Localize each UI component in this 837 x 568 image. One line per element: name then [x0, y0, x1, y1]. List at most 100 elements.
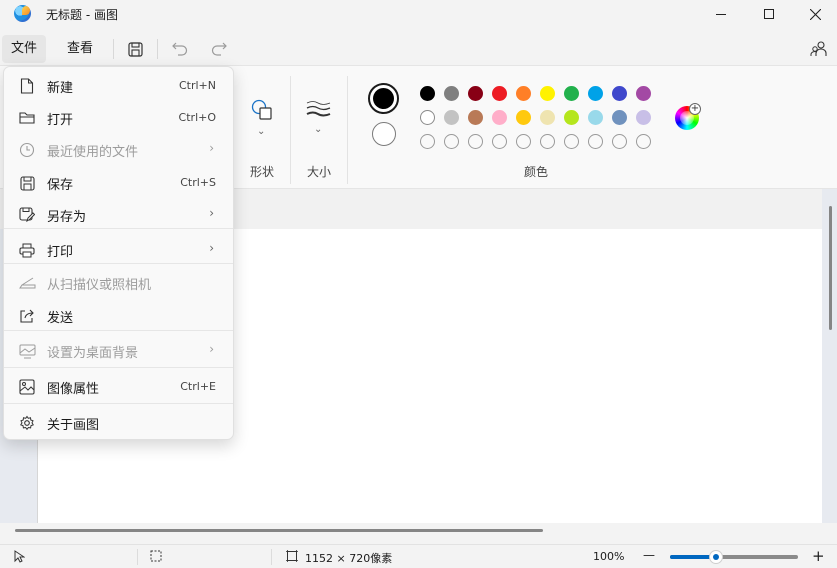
- custom-color-slot[interactable]: [420, 134, 435, 149]
- palette-swatch[interactable]: [420, 86, 435, 101]
- file-menu-item-label: 从扫描仪或照相机: [47, 278, 152, 293]
- save-icon: [127, 41, 143, 57]
- account-button[interactable]: [808, 38, 830, 60]
- file-menu-item-label: 保存: [47, 178, 74, 193]
- menu-separator: [4, 367, 233, 368]
- palette-swatch[interactable]: [636, 110, 651, 125]
- colors-group-label: 颜色: [524, 165, 549, 179]
- palette-swatch[interactable]: [540, 110, 555, 125]
- save-quick-button[interactable]: [124, 38, 146, 60]
- palette-swatch[interactable]: [444, 86, 459, 101]
- custom-color-slot[interactable]: [516, 134, 531, 149]
- window-title: 无标题 - 画图: [46, 8, 118, 22]
- undo-icon: [172, 42, 188, 56]
- shortcut-text: Ctrl+O: [178, 111, 216, 124]
- file-menu-item[interactable]: 另存为 ›: [8, 200, 230, 230]
- file-menu-item: 设置为桌面背景 ›: [8, 336, 230, 366]
- color1-selected[interactable]: [368, 83, 399, 114]
- menu-separator: [157, 39, 158, 59]
- add-color-icon[interactable]: +: [689, 103, 701, 115]
- new-file-icon: [18, 77, 36, 95]
- printer-icon: [18, 241, 36, 259]
- vertical-scrollbar[interactable]: [829, 206, 832, 330]
- shortcut-text: Ctrl+S: [180, 176, 216, 189]
- palette-swatch[interactable]: [468, 86, 483, 101]
- palette-swatch[interactable]: [492, 110, 507, 125]
- shapes-icon: [251, 99, 272, 120]
- save-as-icon: [18, 206, 36, 224]
- file-menu-item-label: 发送: [47, 311, 74, 326]
- undo-button[interactable]: [169, 38, 191, 60]
- chevron-down-icon[interactable]: ⌄: [257, 126, 265, 137]
- custom-color-slot[interactable]: [588, 134, 603, 149]
- palette-swatch[interactable]: [540, 86, 555, 101]
- gear-icon: [18, 414, 36, 432]
- chevron-right-icon: ›: [209, 342, 214, 356]
- menu-bar: 文件 查看: [0, 33, 837, 65]
- close-icon: [809, 8, 821, 20]
- palette-swatch[interactable]: [588, 86, 603, 101]
- custom-color-slot[interactable]: [468, 134, 483, 149]
- maximize-button[interactable]: [746, 0, 792, 28]
- title-bar: 无标题 - 画图: [0, 0, 837, 28]
- custom-color-slot[interactable]: [612, 134, 627, 149]
- file-menu-item-label: 图像属性: [47, 382, 100, 397]
- shapes-button[interactable]: [251, 99, 273, 121]
- custom-color-slot[interactable]: [540, 134, 555, 149]
- scanner-icon: [18, 274, 36, 292]
- chevron-down-icon[interactable]: ⌄: [314, 124, 322, 135]
- shortcut-text: Ctrl+N: [178, 79, 216, 92]
- zoom-slider-thumb[interactable]: [709, 550, 724, 564]
- redo-icon: [211, 42, 227, 56]
- palette-swatch[interactable]: [564, 110, 579, 125]
- desktop-background-icon: [18, 342, 36, 360]
- palette-swatch[interactable]: [636, 86, 651, 101]
- chevron-right-icon: ›: [209, 241, 214, 255]
- palette-swatch[interactable]: [564, 86, 579, 101]
- status-separator: [137, 549, 138, 565]
- minimize-button[interactable]: [698, 0, 744, 28]
- palette-swatch[interactable]: [420, 110, 435, 125]
- menu-file[interactable]: 文件: [2, 35, 47, 63]
- file-menu-item-label: 另存为: [47, 210, 87, 225]
- close-button[interactable]: [792, 0, 837, 28]
- shortcut-text: Ctrl+E: [180, 380, 216, 393]
- redo-button[interactable]: [208, 38, 230, 60]
- menu-separator: [4, 403, 233, 404]
- zoom-level-text[interactable]: 100%: [593, 550, 624, 563]
- custom-color-slot[interactable]: [444, 134, 459, 149]
- status-separator: [271, 549, 272, 565]
- selection-size-icon: [150, 550, 162, 562]
- palette-swatch[interactable]: [468, 110, 483, 125]
- file-menu-item[interactable]: 打开 Ctrl+O: [8, 103, 230, 133]
- file-menu-item[interactable]: 发送: [8, 301, 230, 331]
- palette-swatch[interactable]: [588, 110, 603, 125]
- custom-color-slot[interactable]: [492, 134, 507, 149]
- file-menu-item[interactable]: 打印 ›: [8, 235, 230, 265]
- file-menu-item[interactable]: 图像属性 Ctrl+E: [8, 372, 230, 402]
- file-menu-item[interactable]: 新建 Ctrl+N: [8, 71, 230, 101]
- menu-view[interactable]: 查看: [58, 35, 102, 63]
- clock-icon: [18, 141, 36, 159]
- palette-swatch[interactable]: [444, 110, 459, 125]
- custom-color-slot[interactable]: [636, 134, 651, 149]
- file-menu-item[interactable]: 关于画图: [8, 408, 230, 438]
- maximize-icon: [764, 9, 774, 19]
- color2-swatch[interactable]: [372, 122, 396, 146]
- zoom-in-button[interactable]: +: [812, 547, 825, 565]
- line-width-icon: [306, 101, 331, 117]
- palette-swatch[interactable]: [492, 86, 507, 101]
- palette-swatch[interactable]: [612, 110, 627, 125]
- menu-separator: [113, 39, 114, 59]
- share-icon: [18, 307, 36, 325]
- palette-swatch[interactable]: [516, 110, 531, 125]
- save-icon: [18, 174, 36, 192]
- size-button[interactable]: [306, 100, 331, 118]
- zoom-out-button[interactable]: —: [643, 548, 655, 562]
- horizontal-scrollbar[interactable]: [15, 529, 543, 532]
- file-menu-item[interactable]: 保存 Ctrl+S: [8, 168, 230, 198]
- custom-color-slot[interactable]: [564, 134, 579, 149]
- file-menu-item-label: 新建: [47, 81, 74, 96]
- palette-swatch[interactable]: [612, 86, 627, 101]
- palette-swatch[interactable]: [516, 86, 531, 101]
